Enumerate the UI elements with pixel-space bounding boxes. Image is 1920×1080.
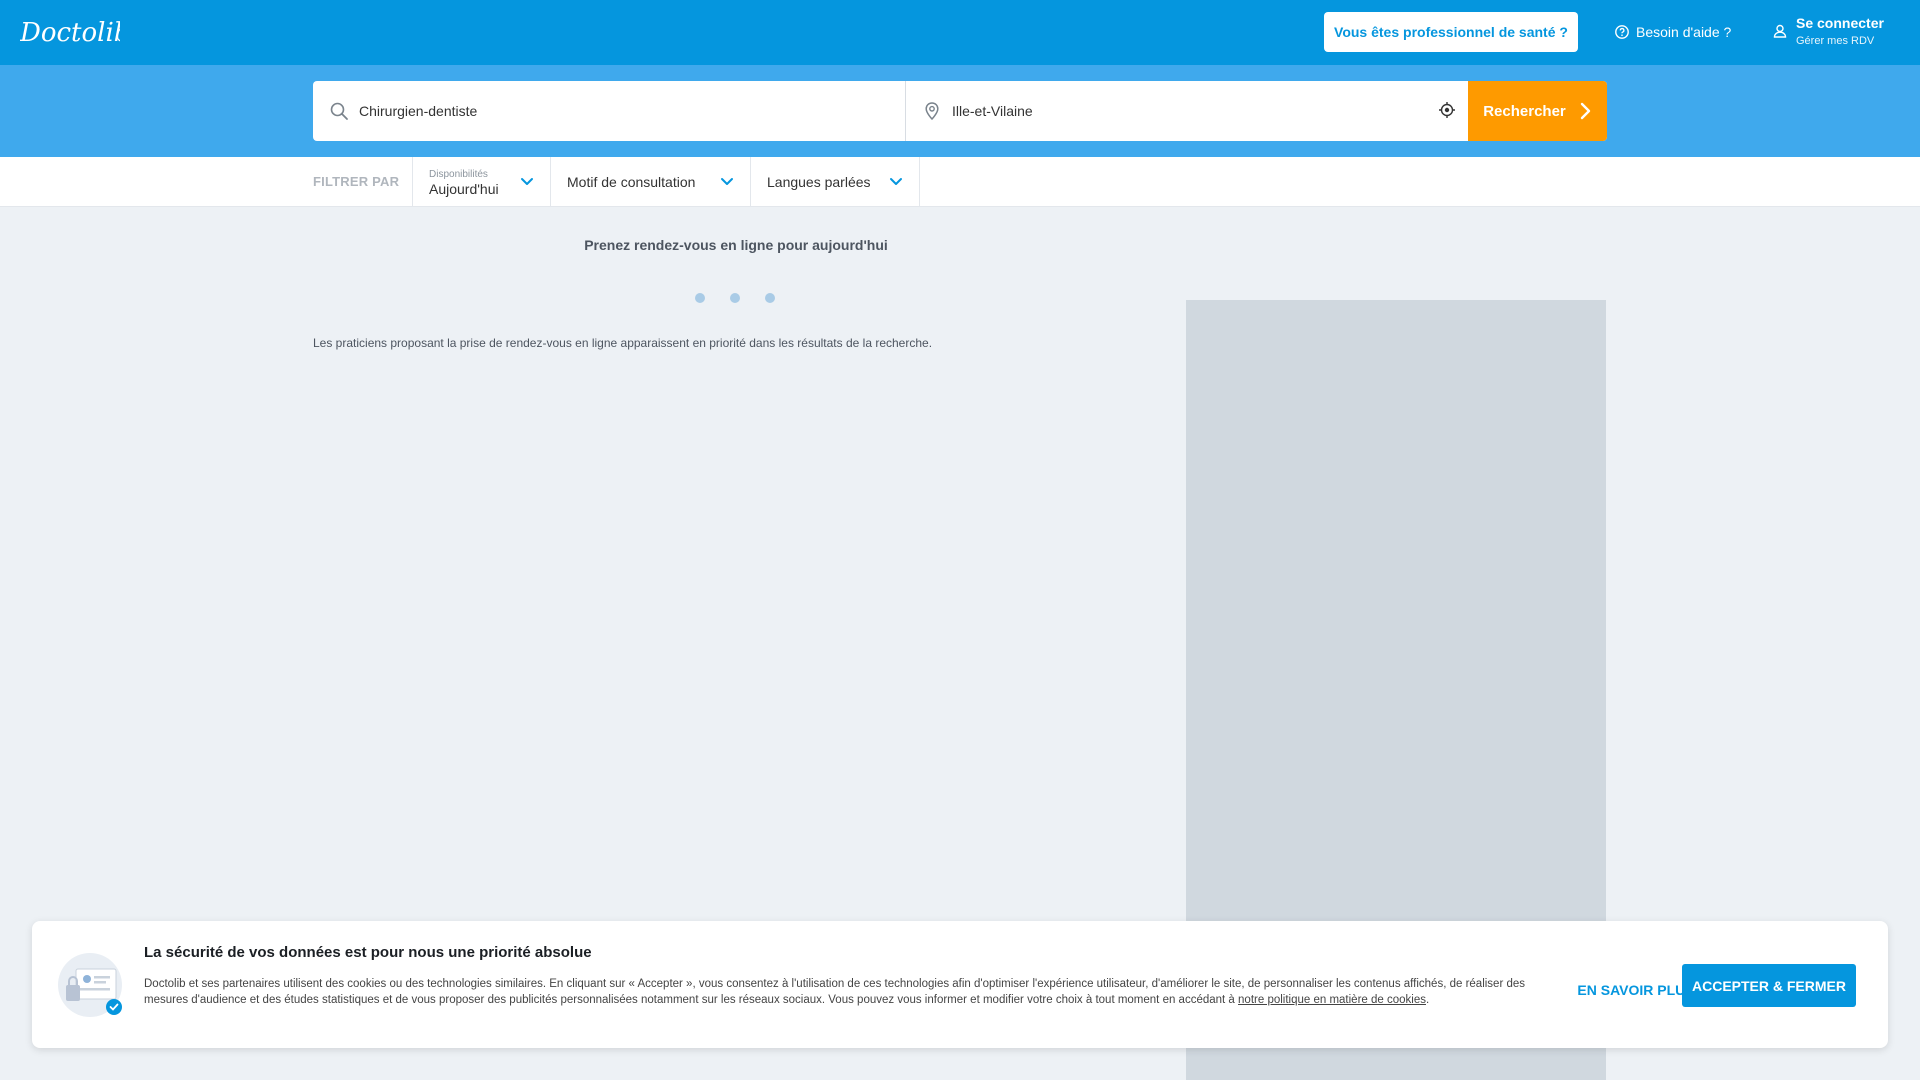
help-label: Besoin d'aide ? bbox=[1636, 24, 1732, 40]
filter-by-label: FILTRER PAR bbox=[313, 174, 400, 189]
cookie-body-end: . bbox=[1425, 994, 1430, 1006]
chevron-down-icon bbox=[890, 178, 902, 185]
reason-filter[interactable]: Motif de consultation bbox=[550, 157, 750, 207]
logo-text: Doctolib bbox=[20, 18, 120, 48]
login-link[interactable]: Se connecter Gérer mes RDV bbox=[1772, 14, 1884, 50]
specialty-value: Chirurgien-dentiste bbox=[359, 103, 478, 119]
loading-indicator bbox=[695, 293, 775, 303]
top-header: Doctolib Vous êtes professionnel de sant… bbox=[0, 0, 1920, 65]
search-form: Chirurgien-dentiste Ille-et-Vilaine Rech… bbox=[313, 81, 1607, 141]
reason-label: Motif de consultation bbox=[567, 174, 696, 190]
health-professional-button[interactable]: Vous êtes professionnel de santé ? bbox=[1324, 12, 1578, 52]
cookie-title: La sécurité de vos données est pour nous… bbox=[144, 944, 592, 961]
languages-label: Langues parlées bbox=[767, 174, 871, 190]
search-button-label: Rechercher bbox=[1483, 102, 1566, 120]
loading-dot bbox=[765, 293, 775, 303]
loading-dot bbox=[730, 293, 740, 303]
help-link[interactable]: Besoin d'aide ? bbox=[1614, 22, 1731, 42]
search-button[interactable]: Rechercher bbox=[1468, 81, 1607, 141]
security-illustration bbox=[58, 953, 122, 1017]
chevron-down-icon bbox=[521, 178, 533, 185]
availability-value: Aujourd'hui bbox=[429, 181, 499, 197]
availability-filter[interactable]: Disponibilités Aujourd'hui bbox=[412, 157, 550, 207]
map-pin-icon bbox=[925, 102, 939, 121]
user-icon bbox=[1773, 24, 1787, 38]
priority-note: Les praticiens proposant la prise de ren… bbox=[313, 336, 933, 350]
cookie-banner: La sécurité de vos données est pour nous… bbox=[32, 921, 1888, 1048]
search-band: Chirurgien-dentiste Ille-et-Vilaine Rech… bbox=[0, 65, 1920, 157]
specialty-input[interactable]: Chirurgien-dentiste bbox=[313, 81, 906, 141]
help-circle-icon bbox=[1615, 25, 1629, 39]
languages-filter[interactable]: Langues parlées bbox=[750, 157, 920, 207]
loading-dot bbox=[695, 293, 705, 303]
chevron-down-icon bbox=[721, 178, 733, 185]
accept-close-button[interactable]: ACCEPTER & FERMER bbox=[1682, 964, 1856, 1007]
locate-icon[interactable] bbox=[1438, 101, 1456, 119]
location-input[interactable]: Ille-et-Vilaine bbox=[906, 81, 1468, 141]
filter-bar: FILTRER PAR Disponibilités Aujourd'hui M… bbox=[0, 157, 1920, 207]
login-label: Se connecter bbox=[1796, 15, 1884, 31]
manage-appointments-label: Gérer mes RDV bbox=[1796, 35, 1875, 47]
availability-caption: Disponibilités bbox=[429, 169, 488, 180]
cookie-policy-link[interactable]: notre politique en matière de cookies bbox=[1238, 994, 1426, 1006]
cookie-text: Doctolib et ses partenaires utilisent de… bbox=[144, 976, 1560, 1008]
doctolib-logo[interactable]: Doctolib bbox=[20, 14, 120, 50]
chevron-right-icon bbox=[1580, 102, 1590, 120]
search-icon bbox=[330, 102, 348, 120]
results-headline: Prenez rendez-vous en ligne pour aujourd… bbox=[584, 237, 888, 253]
location-value: Ille-et-Vilaine bbox=[952, 103, 1033, 119]
